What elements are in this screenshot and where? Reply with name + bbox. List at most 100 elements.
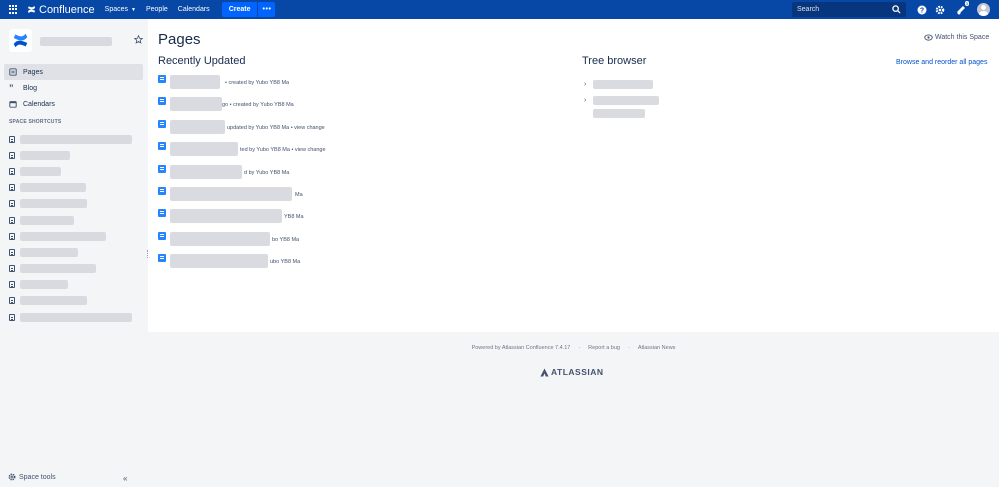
space-tools-button[interactable]: Space tools [8,473,56,481]
list-item[interactable]: ted by Yubo YB8 Ma • view change [158,142,558,164]
tree-browser-heading: Tree browser [582,55,647,67]
list-item[interactable]: go • created by Yubo YB8 Ma [158,97,558,119]
recent-title-redacted[interactable] [170,209,282,224]
chevron-down-icon: ▼ [131,6,136,13]
recent-title-redacted[interactable] [170,142,238,157]
shortcut-item[interactable] [9,147,144,163]
page-icon [9,313,15,321]
shortcut-item[interactable] [9,293,144,309]
list-item[interactable]: ubo YB8 Ma [158,254,558,276]
atlassian-news-link[interactable]: Atlassian News [638,345,676,351]
page-icon [9,232,15,240]
recent-meta: Ma [295,191,303,198]
page-title: Pages [158,31,201,48]
page-icon [9,216,15,224]
watch-space-label: Watch this Space [935,34,990,41]
space-name-redacted[interactable] [40,37,112,46]
page-icon [158,75,166,83]
app-switcher-icon[interactable] [9,4,19,15]
page-icon [158,164,166,173]
report-bug-link[interactable]: Report a bug [588,345,620,351]
avatar[interactable] [977,3,990,16]
tree-node[interactable] [584,108,659,118]
browse-reorder-link[interactable]: Browse and reorder all pages [896,59,987,66]
atlassian-wordmark: ATLASSIAN [551,367,604,377]
main-content: Pages Watch this Space Browse and reorde… [148,19,999,332]
tree-node-label-redacted[interactable] [593,108,645,118]
create-button[interactable]: Create [221,2,258,17]
pages-icon [9,68,18,76]
page-icon [158,231,166,240]
recent-title-redacted[interactable] [170,119,225,134]
chevron-right-icon[interactable]: › [584,81,588,88]
recent-title-redacted[interactable] [170,164,242,179]
list-item[interactable]: d by Yubo YB8 Ma [158,164,558,187]
shortcut-item[interactable] [9,228,144,244]
sidebar-item-blog[interactable]: ” Blog [4,80,143,96]
recent-title-redacted[interactable] [170,186,292,201]
nav-calendars[interactable]: Calendars [178,6,210,13]
shortcut-item[interactable] [9,163,144,179]
shortcut-item[interactable] [9,212,144,228]
recent-meta: YB8 Ma [284,214,304,221]
tree-node[interactable]: › [584,92,659,108]
list-item[interactable]: • created by Yubo YB8 Ma [158,75,558,97]
create-more-button[interactable]: ••• [258,2,276,17]
recent-meta: bo YB8 Ma [272,236,300,243]
shortcut-label-redacted [20,134,132,144]
help-icon[interactable]: ? [916,4,927,15]
recent-title-redacted[interactable] [170,75,220,89]
sidebar-item-calendars[interactable]: Calendars [4,96,143,112]
footer-separator: · [578,345,581,351]
shortcut-label-redacted [20,231,106,241]
atlassian-mark-icon [540,367,549,377]
atlassian-logo[interactable]: ATLASSIAN [540,367,604,377]
list-item[interactable]: YB8 Ma [158,209,558,231]
list-item[interactable]: Ma [158,186,558,209]
shortcut-item[interactable] [9,277,144,293]
shortcut-label-redacted [20,166,61,176]
shortcut-item[interactable] [9,196,144,212]
calendar-icon [9,100,18,108]
shortcut-label-redacted [20,199,87,209]
search-input[interactable]: Search [792,2,906,17]
recent-title-redacted[interactable] [170,254,268,269]
tree-node-label-redacted[interactable] [593,79,653,89]
recent-title-redacted[interactable] [170,231,270,246]
collapse-sidebar-icon[interactable]: « [123,474,127,483]
sidebar-item-pages[interactable]: Pages [4,64,143,80]
tree-node[interactable]: › [584,76,659,92]
gear-icon [8,473,16,481]
recently-updated-heading: Recently Updated [158,55,246,67]
list-item[interactable]: bo YB8 Ma [158,231,558,254]
recently-updated-list: • created by Yubo YB8 Ma go • created by… [158,75,558,277]
shortcut-label-redacted [20,296,87,306]
confluence-mark-icon [27,5,36,14]
sidebar-item-label: Calendars [23,100,55,108]
nav-spaces[interactable]: Spaces ▼ [105,6,136,13]
shortcut-item[interactable] [9,131,144,147]
star-icon[interactable] [133,34,144,46]
page-icon [9,281,15,289]
notifications-icon[interactable]: 3 [955,1,969,15]
shortcut-label-redacted [20,312,132,322]
confluence-logo[interactable]: Confluence [27,4,95,16]
nav-people-label: People [145,6,168,13]
list-item[interactable]: updated by Yubo YB8 Ma • view change [158,119,558,142]
notification-count-badge: 3 [964,1,969,6]
page-icon [158,97,166,106]
space-logo[interactable] [9,29,32,52]
nav-people[interactable]: People [146,6,168,13]
eye-icon [924,34,933,41]
tree-node-label-redacted[interactable] [593,95,659,105]
recent-title-redacted[interactable] [170,97,222,112]
watch-space-button[interactable]: Watch this Space [924,34,989,41]
chevron-right-icon[interactable]: › [584,97,588,104]
gear-icon[interactable] [934,4,945,15]
space-shortcuts-heading: SPACE SHORTCUTS [9,119,62,125]
shortcut-label-redacted [20,150,70,160]
shortcut-item[interactable] [9,261,144,277]
shortcut-item[interactable] [9,244,144,260]
shortcut-item[interactable] [9,180,144,196]
shortcut-item[interactable] [9,309,144,325]
